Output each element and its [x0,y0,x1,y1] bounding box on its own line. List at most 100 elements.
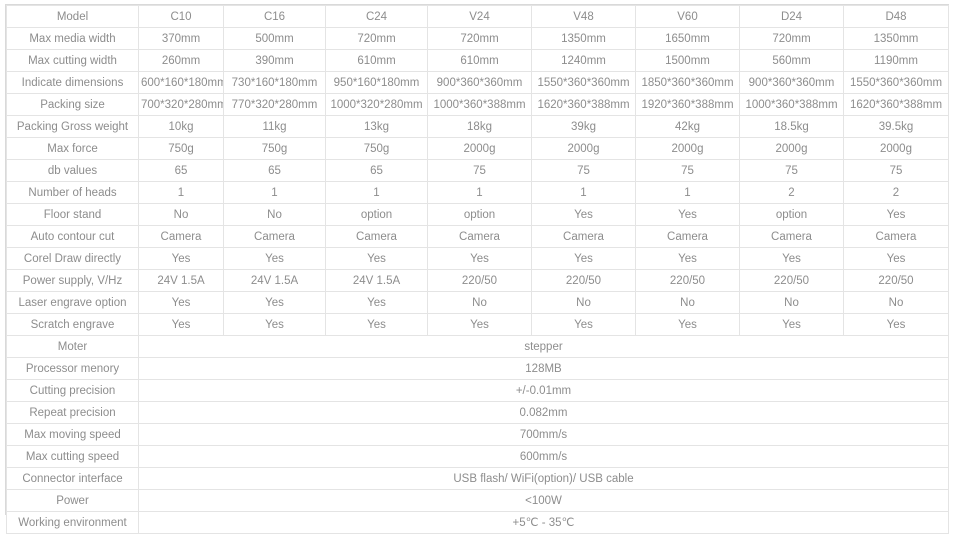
row-label: Packing size [6,93,139,116]
row-value-v48: 1550*360*360mm [531,71,636,94]
row-value-c10: Yes [138,291,224,314]
row-value-d24: Yes [739,313,844,336]
row-label: Working environment [6,511,139,534]
row-value-v24: 720mm [427,27,532,50]
row-value-v48: 75 [531,159,636,182]
row-value-v24: 220/50 [427,269,532,292]
row-value-c16: 770*320*280mm [223,93,326,116]
row-value-merged: 600mm/s [138,445,949,468]
row-label: Scratch engrave [6,313,139,336]
table-row: Max media width 370mm 500mm 720mm 720mm 1350m… [6,27,949,50]
row-value-v48: Yes [531,313,636,336]
row-label: Indicate dimensions [6,71,139,94]
row-value-d48: 39.5kg [843,115,949,138]
table-row: Cutting precision +/-0.01mm [6,379,949,402]
row-value-c16: 11kg [223,115,326,138]
row-value-v60: Yes [635,247,740,270]
row-value-v24: Yes [427,313,532,336]
row-value-c10: Yes [138,247,224,270]
table-row: Laser engrave option Yes Yes Yes No No No No No [6,291,949,314]
row-value-d48: No [843,291,949,314]
row-value-d24: 2000g [739,137,844,160]
row-value-v48: 39kg [531,115,636,138]
row-value-v24: Yes [427,247,532,270]
table-row: Power supply, V/Hz 24V 1.5A 24V 1.5A 24V 1.… [6,269,949,292]
row-value-c24: 13kg [325,115,428,138]
row-label: Auto contour cut [6,225,139,248]
row-value-merged: +5℃ - 35℃ [138,511,949,534]
row-value-v48: 220/50 [531,269,636,292]
row-value-v60: Camera [635,225,740,248]
row-value-d24: option [739,203,844,226]
row-value-v60: 1500mm [635,49,740,72]
row-value-c24: Yes [325,313,428,336]
row-label: Max cutting width [6,49,139,72]
table-row: Moter stepper [6,335,949,358]
column-header-v60: V60 [635,5,740,28]
row-value-v24: 75 [427,159,532,182]
row-value-c10: 260mm [138,49,224,72]
row-value-c10: 750g [138,137,224,160]
table-row: Working environment +5℃ - 35℃ [6,511,949,534]
row-value-c24: Yes [325,247,428,270]
row-value-c10: 1 [138,181,224,204]
row-value-v24: 1000*360*388mm [427,93,532,116]
row-label: Moter [6,335,139,358]
column-header-v24: V24 [427,5,532,28]
row-value-v48: 1350mm [531,27,636,50]
row-value-d24: 720mm [739,27,844,50]
row-value-c16: 24V 1.5A [223,269,326,292]
row-value-v48: Yes [531,203,636,226]
row-label: Cutting precision [6,379,139,402]
row-value-c16: Yes [223,313,326,336]
specification-table-container: Model C10 C16 C24 V24 V48 V60 D24 D48 Max media w… [5,4,949,534]
column-header-c24: C24 [325,5,428,28]
table-row: Repeat precision 0.082mm [6,401,949,424]
row-value-d24: 220/50 [739,269,844,292]
row-value-d48: 1550*360*360mm [843,71,949,94]
row-value-d48: 2000g [843,137,949,160]
column-header-c16: C16 [223,5,326,28]
row-value-c24: 750g [325,137,428,160]
row-value-c16: 750g [223,137,326,160]
row-label: Connector interface [6,467,139,490]
row-value-c16: Yes [223,291,326,314]
row-value-c24: 950*160*180mm [325,71,428,94]
row-value-c10: No [138,203,224,226]
row-value-d24: 18.5kg [739,115,844,138]
row-value-c24: 65 [325,159,428,182]
row-value-c24: 1000*320*280mm [325,93,428,116]
row-value-c10: 10kg [138,115,224,138]
row-value-v48: No [531,291,636,314]
row-value-d48: 1620*360*388mm [843,93,949,116]
table-row: Corel Draw directly Yes Yes Yes Yes Yes Yes Yes… [6,247,949,270]
row-value-v60: 42kg [635,115,740,138]
row-value-merged: 128MB [138,357,949,380]
row-value-c24: Yes [325,291,428,314]
row-value-merged: +/-0.01mm [138,379,949,402]
row-value-v60: 2000g [635,137,740,160]
row-label: Max cutting speed [6,445,139,468]
row-value-d24: 1000*360*388mm [739,93,844,116]
row-value-v24: 2000g [427,137,532,160]
row-value-c24: Camera [325,225,428,248]
row-value-c24: 610mm [325,49,428,72]
row-value-merged: stepper [138,335,949,358]
row-value-merged: 700mm/s [138,423,949,446]
row-value-v24: Camera [427,225,532,248]
specification-table-body: Model C10 C16 C24 V24 V48 V60 D24 D48 Max media w… [6,5,949,534]
row-value-d24: 900*360*360mm [739,71,844,94]
row-value-d48: 2 [843,181,949,204]
column-header-d24: D24 [739,5,844,28]
row-value-c24: option [325,203,428,226]
table-row: Max moving speed 700mm/s [6,423,949,446]
row-value-v24: 900*360*360mm [427,71,532,94]
column-header-c10: C10 [138,5,224,28]
row-value-d48: 220/50 [843,269,949,292]
row-value-d24: 75 [739,159,844,182]
row-label: Power supply, V/Hz [6,269,139,292]
row-value-v48: 1620*360*388mm [531,93,636,116]
row-value-v24: No [427,291,532,314]
row-value-v60: No [635,291,740,314]
row-value-d24: 560mm [739,49,844,72]
